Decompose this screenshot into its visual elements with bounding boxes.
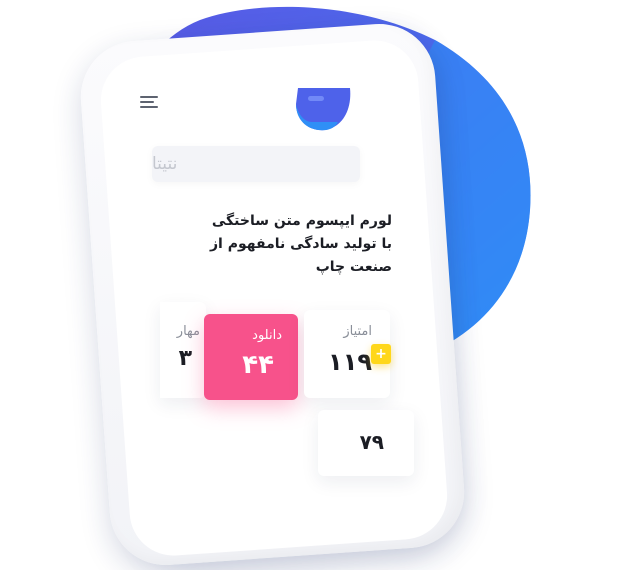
stat-value: ۱۱۹ [328,348,372,376]
stat-card-bottom[interactable]: ۷۹ [318,410,414,476]
stat-label: امتیاز [343,324,372,339]
stat-value: ۷۹ [359,430,384,454]
menu-line [140,96,158,98]
add-button[interactable]: + [371,344,391,364]
app-logo-icon [296,88,351,131]
phone-screen [97,37,451,559]
search-input[interactable]: نتیتا [152,146,360,182]
menu-line [140,101,154,103]
promo-stage: نتیتا لورم ایپسوم متن ساختگی با تولید سا… [0,0,630,570]
stat-value: ۴۴ [242,350,274,380]
headline-line-2: با تولید سادگی نامفهوم از [209,236,392,252]
headline-line-1: لورم ایپسوم متن ساختگی [211,213,392,229]
hamburger-menu-icon[interactable] [140,96,160,110]
stat-label: مهار [176,324,200,339]
headline-line-3: صنعت چاپ [315,259,392,275]
menu-line [140,106,158,108]
stat-card-partial[interactable]: مهار ۳ [160,302,206,398]
stat-card-download[interactable]: دانلود ۴۴ [204,314,298,400]
stat-label: دانلود [252,328,282,343]
stat-value: ۳ [178,346,192,371]
headline-text: لورم ایپسوم متن ساختگی با تولید سادگی نا… [200,210,392,279]
